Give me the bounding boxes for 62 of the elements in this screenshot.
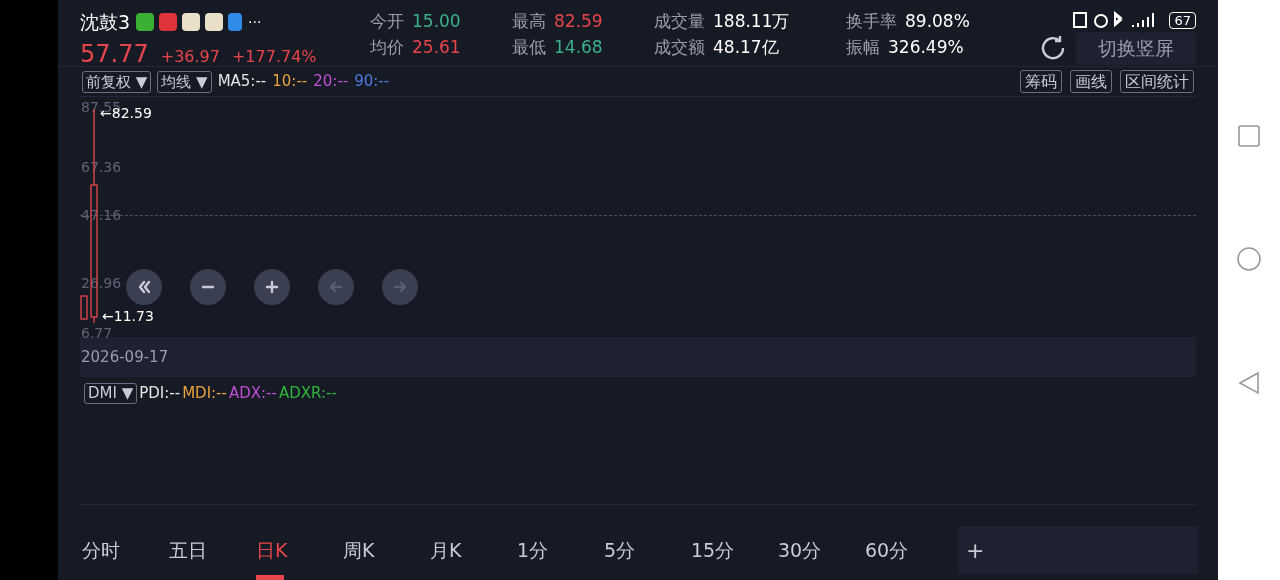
more-indicator: ··· — [248, 12, 262, 32]
ma-value: 20:-- — [313, 71, 349, 93]
ma-value: 90:-- — [354, 71, 390, 93]
zoom-in-button[interactable] — [254, 269, 290, 305]
quote-label: 均价 — [370, 36, 404, 58]
zoom-out-icon — [201, 285, 215, 289]
low-price-label: ←11.73 — [102, 308, 154, 324]
quote-label: 最低 — [512, 36, 546, 58]
y-axis-label: 6.77 — [81, 325, 113, 341]
indicator-value: ADXR:-- — [278, 383, 337, 404]
tool-button[interactable]: 画线 — [1070, 70, 1112, 93]
quote-value: 15.00 — [412, 10, 461, 32]
tool-button[interactable]: 筹码 — [1020, 70, 1062, 93]
quote-value: 82.59 — [554, 10, 603, 32]
right-icon — [393, 281, 407, 293]
period-tab[interactable]: 分时 — [82, 520, 169, 580]
quote-value: 25.61 — [412, 36, 461, 58]
quote-label: 振幅 — [846, 36, 880, 58]
dropdown[interactable]: 前复权 ▼ — [82, 70, 152, 93]
quote-value: 48.17亿 — [713, 36, 779, 58]
quote-value: 188.11万 — [713, 10, 790, 32]
indicator-dropdown[interactable]: DMI ▼ — [84, 383, 138, 404]
period-tab[interactable]: 15分 — [691, 520, 778, 580]
date-label: 2026-09-17 — [80, 346, 169, 368]
ma-value: 10:-- — [272, 71, 308, 93]
back-icon[interactable] — [1238, 371, 1260, 395]
indicator-value: ADX:-- — [228, 383, 277, 404]
last-price: 57.77 — [80, 39, 149, 70]
rewind-icon — [137, 280, 151, 294]
quote-label: 成交量 — [654, 10, 705, 32]
ma-value: MA5:-- — [217, 71, 267, 93]
quote-value: 89.08% — [905, 10, 970, 32]
period-tab[interactable]: 60分 — [865, 520, 952, 580]
quote-label: 最高 — [512, 10, 546, 32]
stock-name: 沈鼓3 — [80, 9, 131, 35]
quote-label: 换手率 — [846, 10, 897, 32]
switch-portrait-button[interactable]: 切换竖屏 — [1076, 32, 1196, 65]
period-tab[interactable]: 5分 — [604, 520, 691, 580]
recent-apps-icon[interactable] — [1238, 125, 1260, 147]
zoom-in-icon — [265, 280, 279, 294]
indicator-value: MDI:-- — [182, 383, 227, 404]
tool-button[interactable]: 区间统计 — [1120, 70, 1194, 93]
battery-level: 67 — [1169, 11, 1196, 29]
quote-value: 14.68 — [554, 36, 603, 58]
period-tab[interactable]: 30分 — [778, 520, 865, 580]
left-icon — [329, 281, 343, 293]
period-tab[interactable]: 1分 — [517, 520, 604, 580]
home-icon[interactable] — [1237, 247, 1261, 271]
zoom-out-button[interactable] — [190, 269, 226, 305]
period-tab[interactable]: 月K — [430, 520, 517, 580]
period-tab[interactable]: 日K — [256, 520, 343, 580]
add-button[interactable]: + — [958, 526, 1198, 574]
period-tab[interactable]: 五日 — [169, 520, 256, 580]
quote-value: 326.49% — [888, 36, 964, 58]
period-tab[interactable]: 周K — [343, 520, 430, 580]
change-percent: +177.74% — [231, 46, 317, 68]
dropdown[interactable]: 均线 ▼ — [157, 70, 212, 93]
indicator-value: PDI:-- — [139, 383, 181, 404]
price-change: +36.97 — [160, 46, 220, 68]
rewind-button[interactable] — [126, 269, 162, 305]
quote-label: 成交额 — [654, 36, 705, 58]
quote-label: 今开 — [370, 10, 404, 32]
